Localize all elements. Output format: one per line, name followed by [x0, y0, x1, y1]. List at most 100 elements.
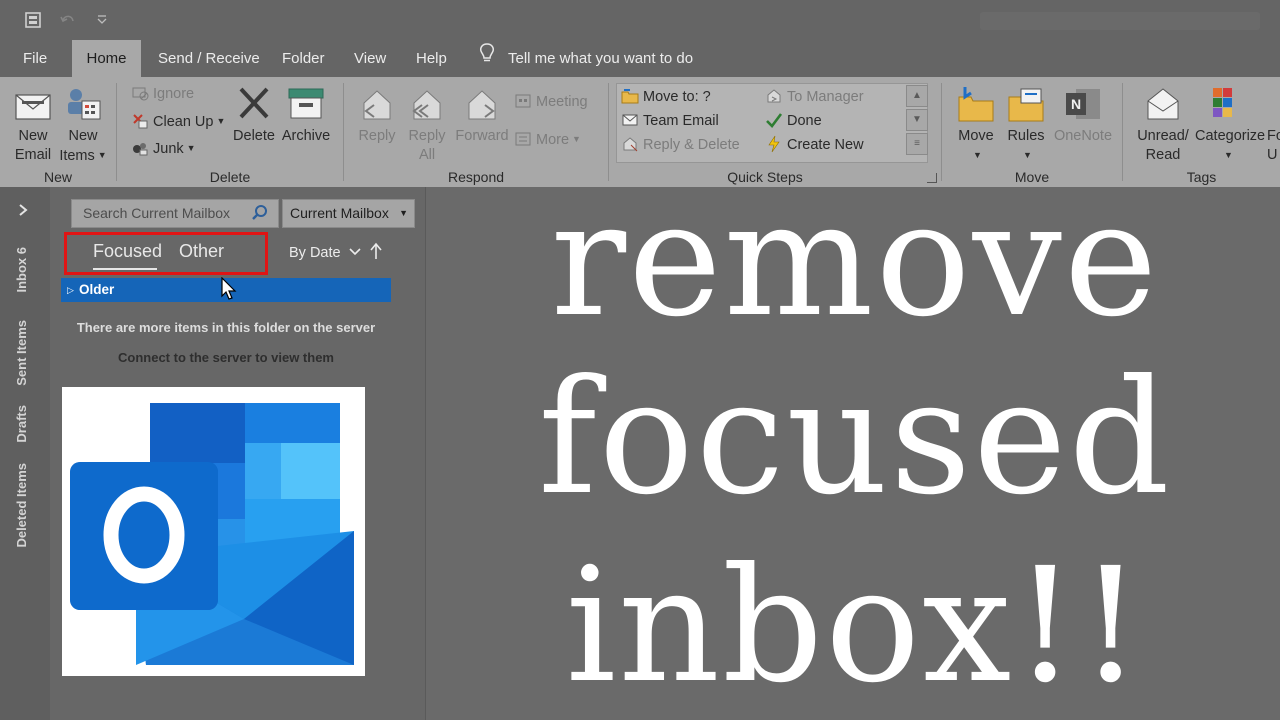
title-line-inbox: inbox!! [565, 534, 1145, 718]
quick-step-done[interactable]: Done [765, 110, 822, 132]
quick-step-move-to-label: Move to: ? [643, 89, 711, 105]
gallery-expand-button[interactable]: ≡ [906, 133, 928, 155]
tab-send-receive[interactable]: Send / Receive [144, 40, 274, 77]
gallery-scroll-down-button[interactable]: ▼ [906, 109, 928, 131]
outlook-sync-icon[interactable] [21, 8, 45, 32]
reply-icon [363, 90, 391, 120]
reply-button[interactable]: Reply [354, 83, 400, 146]
nav-folder-deleted-items[interactable]: Deleted Items [14, 463, 29, 548]
quick-step-to-manager[interactable]: To Manager [765, 86, 864, 108]
chevron-down-icon: ▼ [399, 208, 408, 218]
forward-label: Forward [455, 128, 509, 144]
gallery-scroll-up-button[interactable]: ▲ [906, 85, 928, 107]
quick-step-reply-delete[interactable]: Reply & Delete [621, 134, 740, 156]
categorize-button[interactable]: Categorize ▼ [1195, 83, 1265, 166]
tab-view[interactable]: View [340, 40, 400, 77]
forward-button[interactable]: Forward [454, 83, 510, 146]
undo-icon[interactable] [56, 8, 80, 32]
unread-read-button[interactable]: Unread/ Read [1133, 83, 1193, 165]
customize-quick-access-icon[interactable] [90, 8, 114, 32]
forward-icon [468, 90, 496, 120]
chevron-down-icon: ▼ [572, 134, 581, 144]
group-header-label: Older [79, 282, 115, 297]
nav-folder-drafts[interactable]: Drafts [14, 405, 29, 443]
unread-read-label-1: Unread/ [1137, 128, 1189, 144]
new-email-button[interactable]: New Email [10, 83, 56, 165]
quick-step-team-email[interactable]: Team Email [621, 110, 719, 132]
categorize-caret-row: ▼ [1195, 146, 1259, 166]
meeting-icon [515, 94, 531, 108]
team-email-icon [622, 114, 638, 126]
rules-label: Rules [1007, 128, 1045, 144]
tell-me-label: Tell me what you want to do [508, 50, 694, 67]
reply-all-label-1: Reply [408, 128, 446, 144]
chevron-down-icon: ▼ [973, 150, 982, 160]
search-input[interactable]: Search Current Mailbox [71, 199, 279, 228]
ribbon-group-delete: Ignore Clean Up ▼ Junk ▼ Delete Archive De… [117, 77, 343, 187]
tab-other[interactable]: Other [179, 241, 224, 262]
sort-by-dropdown[interactable]: By Date [289, 245, 361, 261]
tab-focused[interactable]: Focused [93, 241, 162, 262]
quick-step-team-email-label: Team Email [643, 113, 719, 129]
tab-folder[interactable]: Folder [268, 40, 339, 77]
clean-up-button[interactable]: Clean Up ▼ [131, 110, 225, 132]
follow-up-label-2: U [1267, 147, 1278, 163]
new-items-label-1: New [68, 128, 98, 144]
lightning-icon [768, 135, 780, 153]
move-folder-icon [958, 87, 994, 122]
folder-move-icon [621, 89, 639, 104]
title-bar-blurred-area [980, 12, 1260, 30]
nav-folder-inbox[interactable]: Inbox 6 [14, 247, 29, 293]
connect-server-notice[interactable]: Connect to the server to view them [50, 350, 402, 365]
rules-button[interactable]: Rules ▼ [1004, 83, 1048, 166]
quick-step-create-new-label: Create New [787, 137, 864, 153]
ribbon-group-new: New Email New Items ▼ New [0, 77, 116, 187]
onenote-label: OneNote [1053, 128, 1113, 144]
new-email-label-2: Email [14, 147, 52, 163]
chevron-down-icon: ▼ [1023, 150, 1032, 160]
categorize-icon [1213, 88, 1232, 117]
meeting-button[interactable]: Meeting [514, 91, 588, 113]
onenote-button[interactable]: N OneNote [1052, 83, 1114, 146]
move-button[interactable]: Move ▼ [952, 83, 1000, 166]
unread-read-icon [1147, 88, 1179, 120]
search-scope-dropdown[interactable]: Current Mailbox ▼ [282, 199, 415, 228]
clean-up-icon [133, 114, 148, 129]
archive-label: Archive [281, 128, 331, 144]
chevron-down-icon: ▼ [97, 150, 107, 160]
tab-help[interactable]: Help [402, 40, 461, 77]
follow-up-label-1: Fo [1267, 128, 1280, 144]
tell-me-search[interactable]: Tell me what you want to do [478, 40, 693, 77]
tab-file[interactable]: File [9, 40, 61, 77]
svg-text:N: N [1071, 96, 1081, 112]
ignore-button[interactable]: Ignore [131, 83, 194, 105]
expand-folder-pane-icon[interactable] [17, 203, 29, 222]
lightbulb-icon [478, 41, 496, 78]
junk-button[interactable]: Junk ▼ [131, 137, 196, 159]
move-label: Move [958, 128, 994, 144]
nav-folder-sent-items[interactable]: Sent Items [14, 320, 29, 386]
reply-all-button[interactable]: Reply All [404, 83, 450, 165]
sort-direction-arrow-icon[interactable] [370, 242, 382, 265]
archive-button[interactable]: Archive [279, 83, 333, 146]
chevron-down-icon: ▼ [216, 116, 226, 126]
more-respond-button[interactable]: More ▼ [514, 128, 581, 150]
delete-button[interactable]: Delete [233, 83, 275, 146]
search-placeholder: Search Current Mailbox [83, 205, 231, 221]
follow-up-button[interactable]: Fo U [1267, 83, 1280, 165]
search-icon[interactable] [251, 204, 269, 227]
outlook-logo [62, 387, 365, 676]
more-label: More [536, 132, 570, 148]
quick-step-create-new[interactable]: Create New [765, 134, 864, 156]
quick-step-move-to[interactable]: Move to: ? [621, 86, 711, 108]
tab-home[interactable]: Home [72, 40, 141, 77]
quick-step-reply-delete-label: Reply & Delete [643, 137, 740, 153]
move-caret-row: ▼ [952, 146, 1000, 166]
group-label-delete: Delete [209, 169, 251, 185]
new-items-button[interactable]: New Items ▼ [58, 83, 108, 166]
title-bar [0, 0, 1280, 40]
follow-up-icon-space [1267, 83, 1280, 127]
title-line-focused: focused [538, 346, 1172, 530]
reply-delete-icon [623, 137, 638, 152]
chevron-down-icon: ▼ [1224, 150, 1233, 160]
